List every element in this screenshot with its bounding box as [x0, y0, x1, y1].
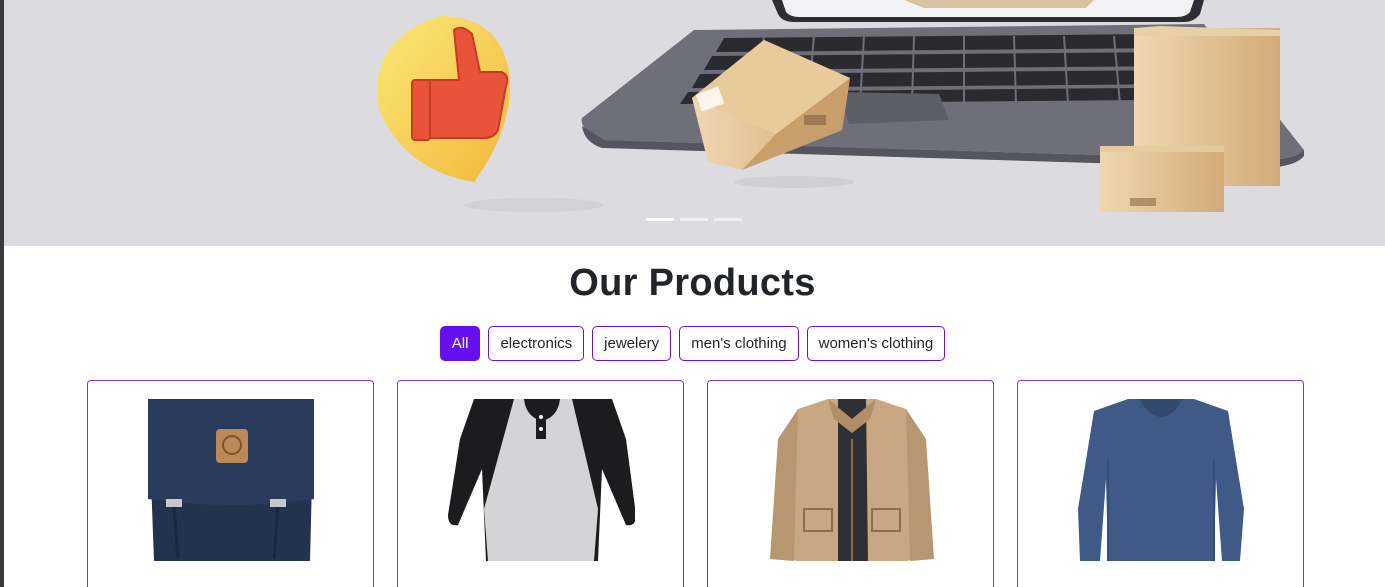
filter-electronics-button[interactable]: electronics — [488, 326, 585, 361]
product-card[interactable] — [1017, 380, 1304, 587]
filter-mens-clothing-button[interactable]: men's clothing — [679, 326, 799, 361]
window-edge — [0, 0, 4, 587]
carousel-indicator-3[interactable] — [714, 218, 742, 221]
product-card[interactable] — [707, 380, 994, 587]
product-card[interactable] — [87, 380, 374, 587]
blue-longsleeve-icon — [1078, 399, 1244, 561]
category-filters: All electronics jewelery men's clothing … — [0, 326, 1385, 361]
filter-womens-clothing-button[interactable]: women's clothing — [806, 326, 946, 361]
navy-backpack-icon — [148, 399, 314, 561]
products-title: Our Products — [569, 262, 816, 304]
filter-all-button[interactable]: All — [439, 326, 481, 361]
product-card[interactable] — [397, 380, 684, 587]
product-grid — [87, 380, 1304, 587]
khaki-jacket-icon — [770, 399, 934, 561]
hero-carousel[interactable] — [4, 0, 1385, 246]
carousel-indicator-2[interactable] — [680, 218, 708, 221]
raglan-tshirt-icon — [448, 399, 635, 561]
carousel-indicators — [646, 218, 742, 221]
filter-jewelery-button[interactable]: jewelery — [592, 326, 672, 361]
hero-illustration — [377, 0, 1304, 212]
carousel-indicator-1[interactable] — [646, 218, 674, 221]
